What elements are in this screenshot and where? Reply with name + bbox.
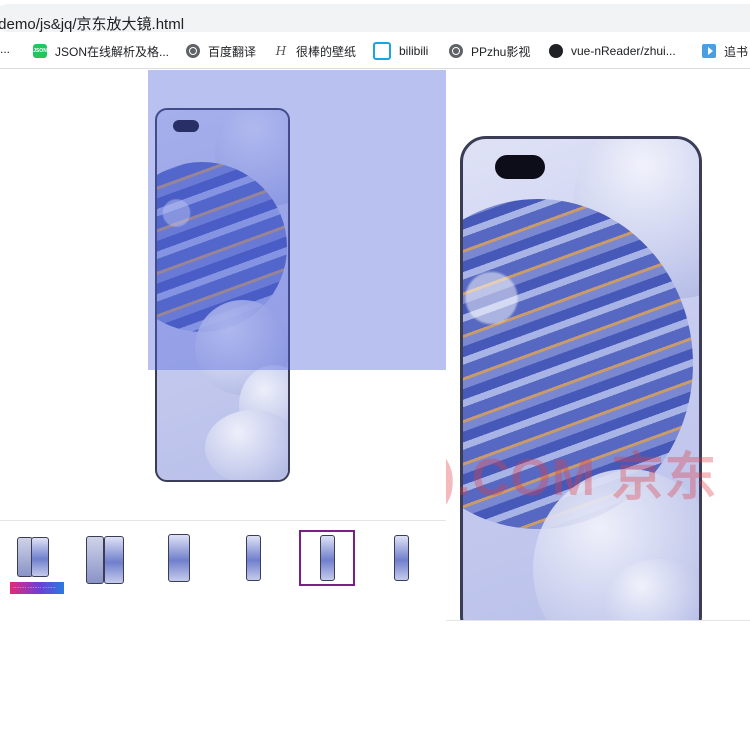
thumbnail-item[interactable]	[151, 530, 207, 586]
thumbnail-item-active[interactable]	[299, 530, 355, 586]
bookmark-vue-nreader[interactable]: vue-nReader/zhui...	[549, 42, 676, 60]
thumbnail-image	[245, 535, 261, 581]
bookmark-label: JSON在线解析及格...	[55, 44, 170, 59]
thumbnail-item[interactable]	[225, 530, 281, 586]
product-preview[interactable]	[0, 70, 447, 521]
book-icon	[702, 44, 716, 58]
url-text[interactable]: /demo/js&jq/京东放大镜.html	[0, 13, 184, 34]
bookmarks-overflow[interactable]: ...	[0, 42, 10, 56]
bookmark-wallpaper[interactable]: H 很棒的壁纸	[274, 42, 356, 60]
phone-front-image	[31, 537, 49, 577]
bookmark-label: 追书	[724, 44, 749, 59]
bookmark-label: 百度翻译	[208, 44, 257, 59]
thumbnail-image	[168, 534, 190, 582]
thumbnail-image	[319, 535, 335, 581]
thumbnail-item[interactable]: ········ ········ ········	[5, 530, 64, 594]
jd-watermark: ).COM 京东	[446, 449, 718, 507]
url-field[interactable]: /demo/js&jq/京东放大镜.html	[0, 4, 750, 34]
bookmark-baidu-translate[interactable]: 百度翻译	[186, 42, 256, 60]
globe-icon	[186, 44, 200, 58]
bookmark-label: PPzhu影视	[471, 44, 531, 59]
camera-cutout	[495, 155, 545, 179]
bookmark-label: vue-nReader/zhui...	[571, 44, 676, 58]
thumbnail-image	[17, 537, 49, 579]
magnifier-lens[interactable]	[148, 70, 446, 370]
zoomed-phone-image	[460, 136, 702, 620]
bookmark-json[interactable]: JSON JSON在线解析及格...	[33, 42, 169, 60]
json-icon: JSON	[33, 44, 47, 58]
thumbnail-image	[86, 534, 124, 584]
zoom-panel: ).COM 京东	[446, 70, 750, 621]
thumbnail-image	[393, 535, 409, 581]
bookmark-zhuishu[interactable]: 追书	[702, 42, 748, 60]
h-logo-icon: H	[275, 44, 287, 58]
bookmark-label: 很棒的壁纸	[296, 44, 357, 59]
promo-banner: ········ ········ ········	[10, 582, 64, 594]
bilibili-icon	[373, 42, 391, 60]
bookmark-bilibili[interactable]: bilibili	[373, 42, 428, 60]
thumbnail-item[interactable]	[373, 530, 429, 586]
phone-back-image	[86, 536, 104, 584]
bookmark-label: bilibili	[399, 44, 429, 58]
bookmarks-bar: ... JSON JSON在线解析及格... 百度翻译 H 很棒的壁纸 bili…	[0, 34, 750, 69]
bookmark-ppzhu[interactable]: PPzhu影视	[449, 42, 530, 60]
thumbnail-strip: ········ ········ ········	[0, 522, 446, 600]
thumbnail-item[interactable]	[77, 530, 133, 586]
bubble-shape	[205, 410, 288, 480]
address-bar[interactable]: /demo/js&jq/京东放大镜.html	[0, 0, 750, 35]
phone-front-image	[104, 536, 124, 584]
github-icon	[549, 44, 563, 58]
globe-icon	[449, 44, 463, 58]
